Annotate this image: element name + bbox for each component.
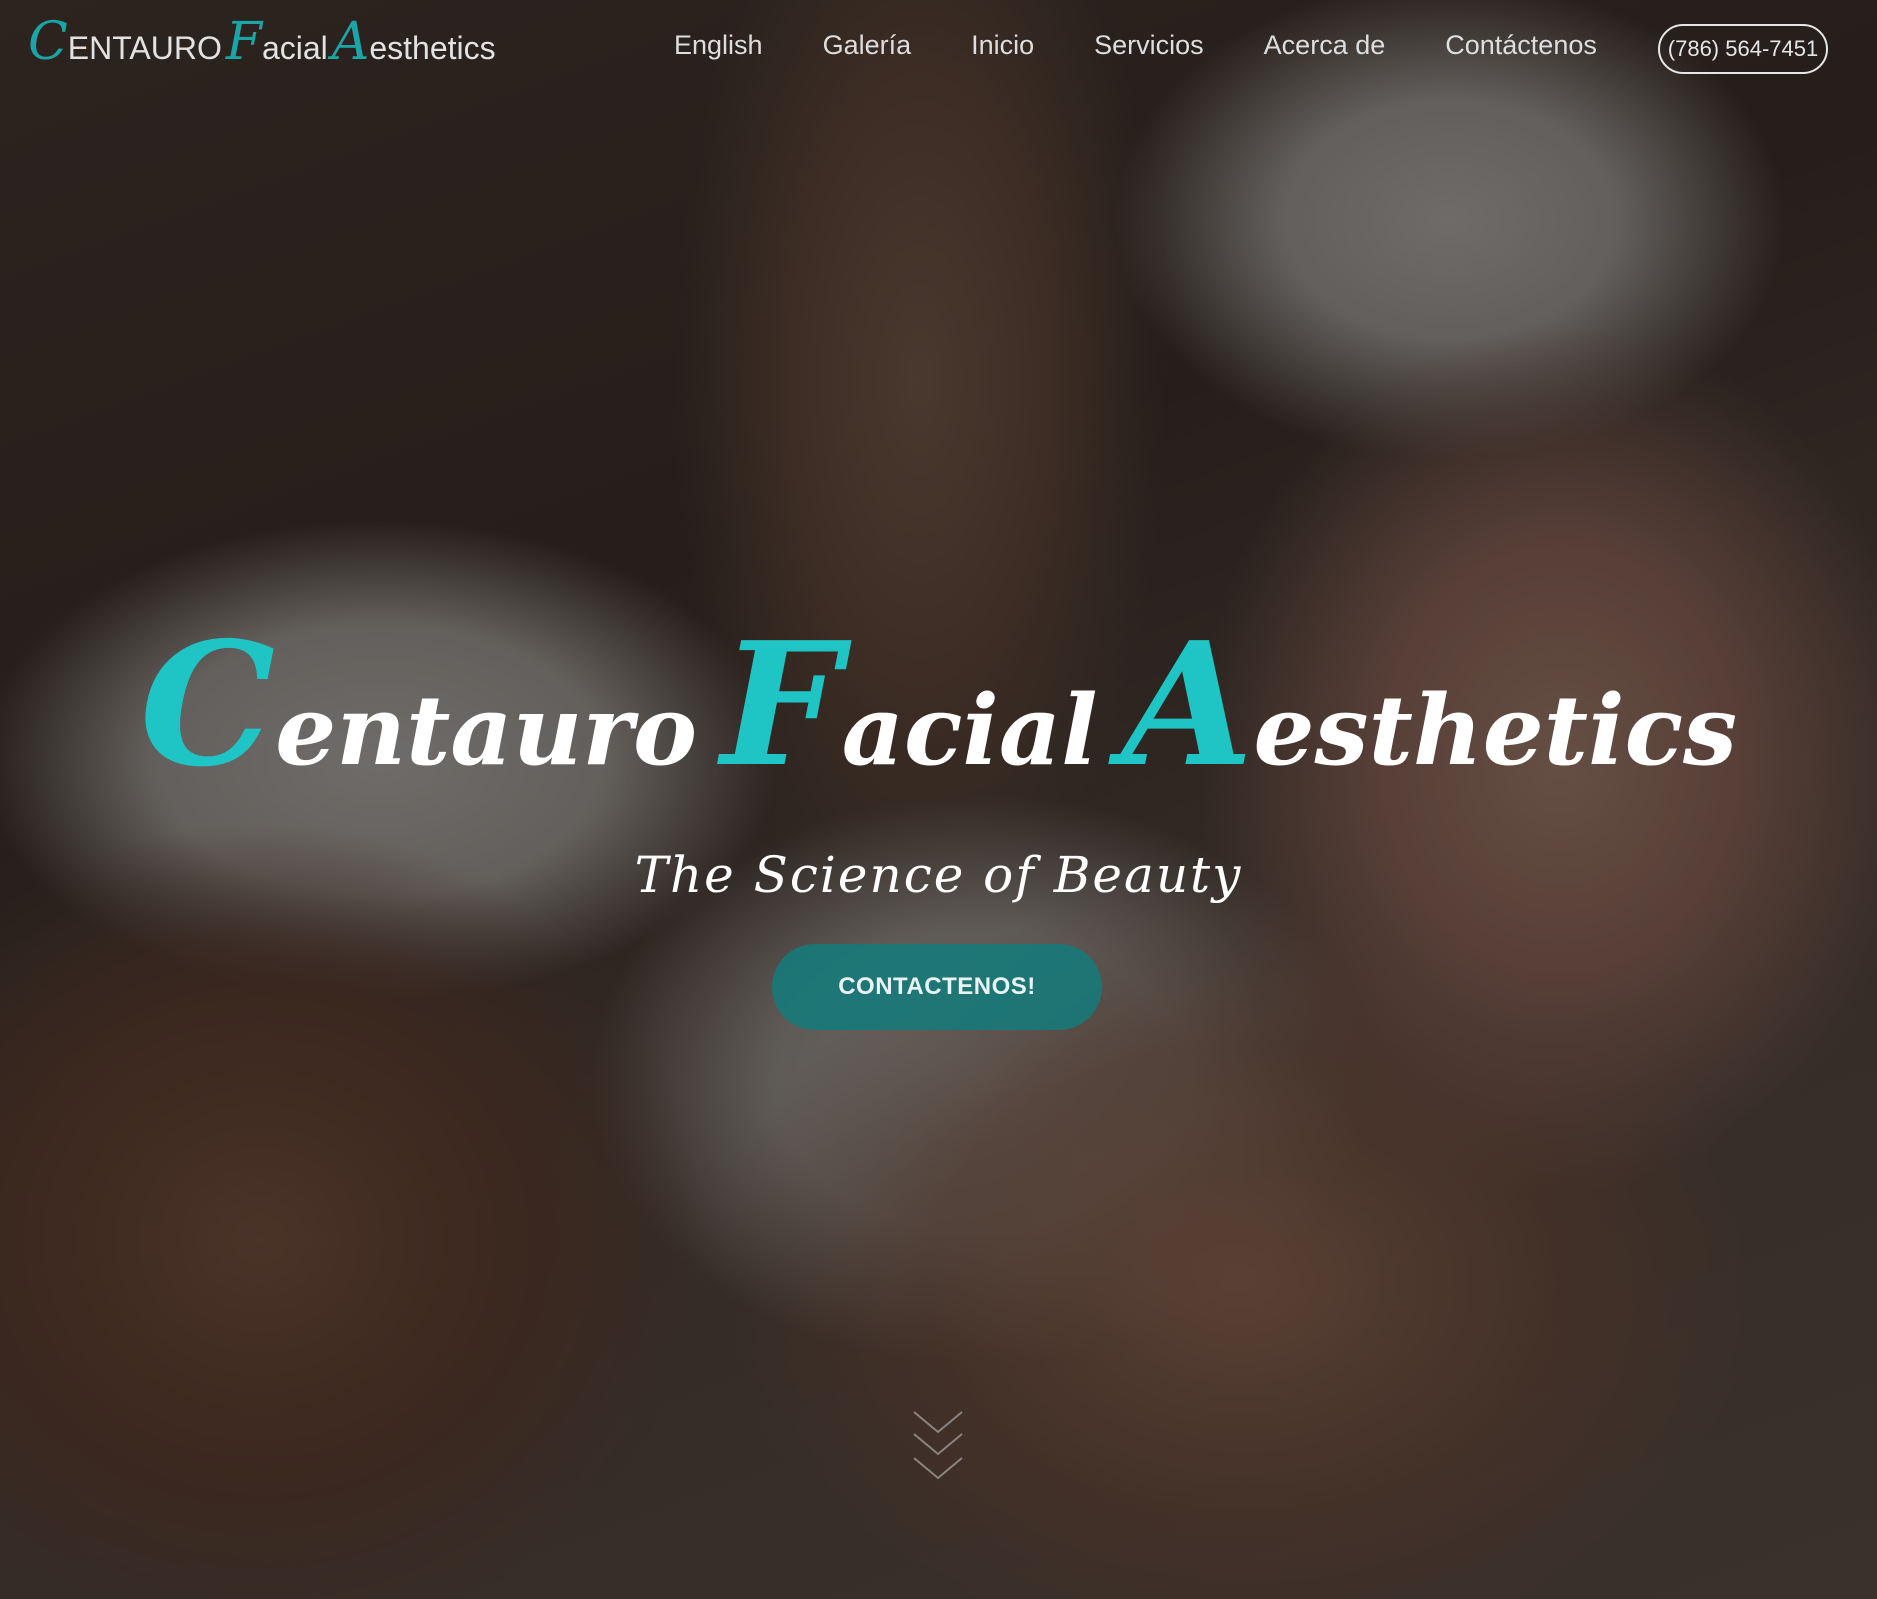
hero-word-facial: acial	[841, 674, 1098, 787]
hero-tagline: The Science of Beauty	[634, 846, 1243, 904]
hero-initial-f: F	[721, 605, 842, 805]
contact-cta-button[interactable]: CONTACTENOS!	[772, 944, 1102, 1030]
logo-initial-c: C	[28, 12, 68, 72]
hero-initial-a: A	[1121, 605, 1254, 805]
hero-overlay	[0, 0, 1877, 1599]
phone-button[interactable]: (786) 564-7451	[1658, 24, 1828, 74]
logo-initial-f: F	[225, 12, 262, 72]
hero-word-aesthetics: esthetics	[1253, 674, 1738, 787]
hero-initial-c: C	[139, 605, 276, 805]
nav-link-servicios[interactable]: Servicios	[1094, 30, 1204, 61]
logo-word-aesthetics: esthetics	[369, 30, 496, 66]
nav-link-acerca-de[interactable]: Acerca de	[1264, 30, 1386, 61]
logo-word-centauro: ENTAURO	[67, 30, 222, 66]
hero-title: Centauro Facial Aesthetics	[0, 620, 1877, 790]
nav-link-inicio[interactable]: Inicio	[971, 30, 1034, 61]
site-header: C ENTAURO F acial A esthetics English Ga…	[0, 0, 1877, 100]
site-logo[interactable]: C ENTAURO F acial A esthetics	[28, 16, 500, 68]
nav-link-galeria[interactable]: Galería	[823, 30, 912, 61]
logo-initial-a: A	[331, 12, 370, 72]
nav-link-contactenos[interactable]: Contáctenos	[1445, 30, 1597, 61]
main-nav: English Galería Inicio Servicios Acerca …	[674, 30, 1657, 61]
hero-word-centauro: entauro	[275, 674, 698, 787]
nav-link-english[interactable]: English	[674, 30, 763, 61]
logo-word-facial: acial	[261, 30, 328, 66]
page: C ENTAURO F acial A esthetics English Ga…	[0, 0, 1877, 1599]
double-chevron-down-icon[interactable]	[912, 1408, 964, 1486]
